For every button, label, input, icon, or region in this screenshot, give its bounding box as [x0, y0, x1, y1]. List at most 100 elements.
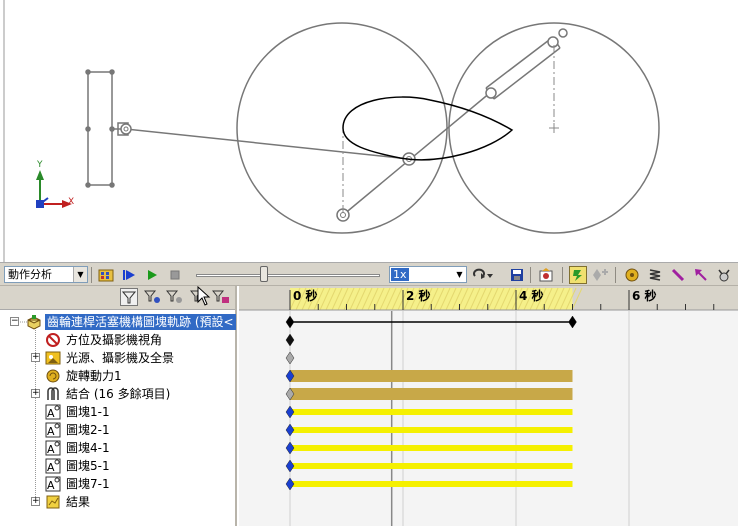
- tree-item[interactable]: A 圖塊1-1: [0, 403, 235, 421]
- tree-item[interactable]: 方位及攝影機視角: [0, 331, 235, 349]
- play-button[interactable]: [143, 266, 161, 284]
- block-timeline-bar: [290, 427, 573, 433]
- funnel-timeline-icon: [212, 290, 229, 303]
- timeline-tick-label: 6 秒: [632, 289, 657, 303]
- tree-item-label: 結果: [66, 495, 91, 509]
- animation-wizard-icon: [539, 268, 553, 282]
- mates-icon: [47, 387, 59, 400]
- add-key-icon: [593, 269, 608, 281]
- graphics-viewport[interactable]: Y X: [0, 0, 738, 262]
- timeline-tick-label: 4 秒: [519, 289, 544, 303]
- svg-text:A: A: [47, 407, 55, 420]
- key-point: [285, 351, 295, 365]
- svg-text:A: A: [47, 443, 55, 456]
- autokey-icon: [573, 270, 582, 281]
- expand-icon[interactable]: +: [31, 353, 40, 362]
- contact-icon: [718, 269, 730, 282]
- save-icon: [511, 269, 523, 281]
- motion-feature-tree: − 齒輪連桿活塞機構圖塊軌跡 (預設< 方位及攝影機視角 + 光源、攝影機及全景旋轉…: [0, 286, 237, 526]
- stop-button[interactable]: [166, 266, 184, 284]
- key-point: [285, 441, 295, 455]
- filter-timeline-button[interactable]: [212, 288, 230, 306]
- mates-timeline-bar: [290, 388, 573, 400]
- timeline-area[interactable]: 0 秒 2 秒 4 秒 6 秒: [239, 286, 738, 526]
- block-icon: A: [45, 404, 61, 420]
- tree-item[interactable]: 旋轉動力1: [0, 367, 235, 385]
- timeline-tick-label: 0 秒: [293, 289, 318, 303]
- funnel-drive-icon: [144, 290, 160, 303]
- animation-wizard-button[interactable]: [537, 266, 555, 284]
- tree-item[interactable]: + 結合 (16 多餘項目): [0, 385, 235, 403]
- block-timeline-bar: [290, 463, 573, 469]
- axis-triad: [36, 170, 72, 208]
- filter-selected-button[interactable]: [166, 288, 184, 306]
- assembly-icon: [27, 315, 41, 330]
- tree-filter-bar: [0, 286, 235, 310]
- tree-item[interactable]: A 圖塊2-1: [0, 421, 235, 439]
- chevron-down-icon: ▼: [73, 267, 87, 282]
- filter-drive-button[interactable]: [144, 288, 162, 306]
- svg-text:A: A: [47, 425, 55, 438]
- block-icon: A: [45, 440, 61, 456]
- play-from-start-icon: [123, 270, 135, 280]
- tree-item-label: 結合 (16 多餘項目): [66, 387, 171, 401]
- key-start: [285, 315, 295, 329]
- damper-button[interactable]: [669, 266, 687, 284]
- lights-icon: [45, 351, 61, 365]
- tree-item-label: 圖塊4-1: [66, 441, 110, 455]
- connecting-rod: [125, 128, 410, 160]
- calculate-button[interactable]: [97, 266, 115, 284]
- playback-speed-dropdown[interactable]: 1x ▼: [389, 266, 467, 283]
- collapse-icon[interactable]: −: [10, 317, 19, 326]
- no-entry-icon: [46, 333, 60, 347]
- svg-text:A: A: [47, 461, 55, 474]
- trajectory-path: [342, 96, 514, 161]
- tree-item-label: 圖塊5-1: [66, 459, 110, 473]
- block-icon: A: [45, 458, 61, 474]
- motor-icon: [625, 268, 639, 282]
- force-icon: [695, 269, 707, 281]
- playback-speed-value: 1x: [391, 268, 409, 281]
- tree-root-row[interactable]: − 齒輪連桿活塞機構圖塊軌跡 (預設<: [0, 313, 236, 331]
- tree-item[interactable]: + 光源、攝影機及全景: [0, 349, 235, 367]
- expand-icon[interactable]: +: [31, 389, 40, 398]
- expand-icon[interactable]: +: [31, 497, 40, 506]
- tree-item[interactable]: A 圖塊4-1: [0, 439, 235, 457]
- motion-toolbar: 動作分析 ▼ 1x ▼: [0, 262, 738, 286]
- stop-icon: [170, 270, 180, 280]
- force-button[interactable]: [692, 266, 710, 284]
- block-timeline-bar: [290, 445, 573, 451]
- contact-button[interactable]: [715, 266, 733, 284]
- tree-item[interactable]: A 圖塊7-1: [0, 475, 235, 493]
- key-point: [285, 333, 295, 347]
- spring-button[interactable]: [646, 266, 664, 284]
- svg-text:A: A: [47, 479, 55, 492]
- timeline-tick-label: 2 秒: [406, 289, 431, 303]
- block-icon: A: [45, 422, 61, 438]
- left-gear-circle: [236, 22, 448, 234]
- block-icon: A: [45, 476, 61, 492]
- block-timeline-bar: [290, 409, 573, 415]
- mouse-cursor-icon: [197, 286, 211, 306]
- axis-label-y: Y: [37, 160, 43, 170]
- motor-button[interactable]: [623, 266, 641, 284]
- tree-item-label: 光源、攝影機及全景: [66, 351, 175, 365]
- key-point: [285, 423, 295, 437]
- play-icon: [148, 270, 157, 280]
- axis-label-x: X: [68, 197, 75, 207]
- tree-item[interactable]: + 結果: [0, 493, 235, 511]
- key-point: [285, 459, 295, 473]
- filter-animated-button[interactable]: [120, 288, 138, 306]
- playback-mode-button[interactable]: [471, 266, 495, 284]
- study-type-dropdown[interactable]: 動作分析 ▼: [4, 266, 88, 283]
- tree-item[interactable]: A 圖塊5-1: [0, 457, 235, 475]
- playback-slider[interactable]: [196, 274, 380, 277]
- tree-root-label: 齒輪連桿活塞機構圖塊軌跡 (預設<: [45, 314, 236, 330]
- tree-item-label: 圖塊2-1: [66, 423, 110, 437]
- add-key-button[interactable]: [591, 266, 609, 284]
- autokey-button[interactable]: [569, 266, 587, 284]
- save-animation-button[interactable]: [508, 266, 526, 284]
- play-from-start-button[interactable]: [120, 266, 138, 284]
- playback-slider-thumb[interactable]: [260, 266, 269, 282]
- results-icon: [46, 495, 60, 509]
